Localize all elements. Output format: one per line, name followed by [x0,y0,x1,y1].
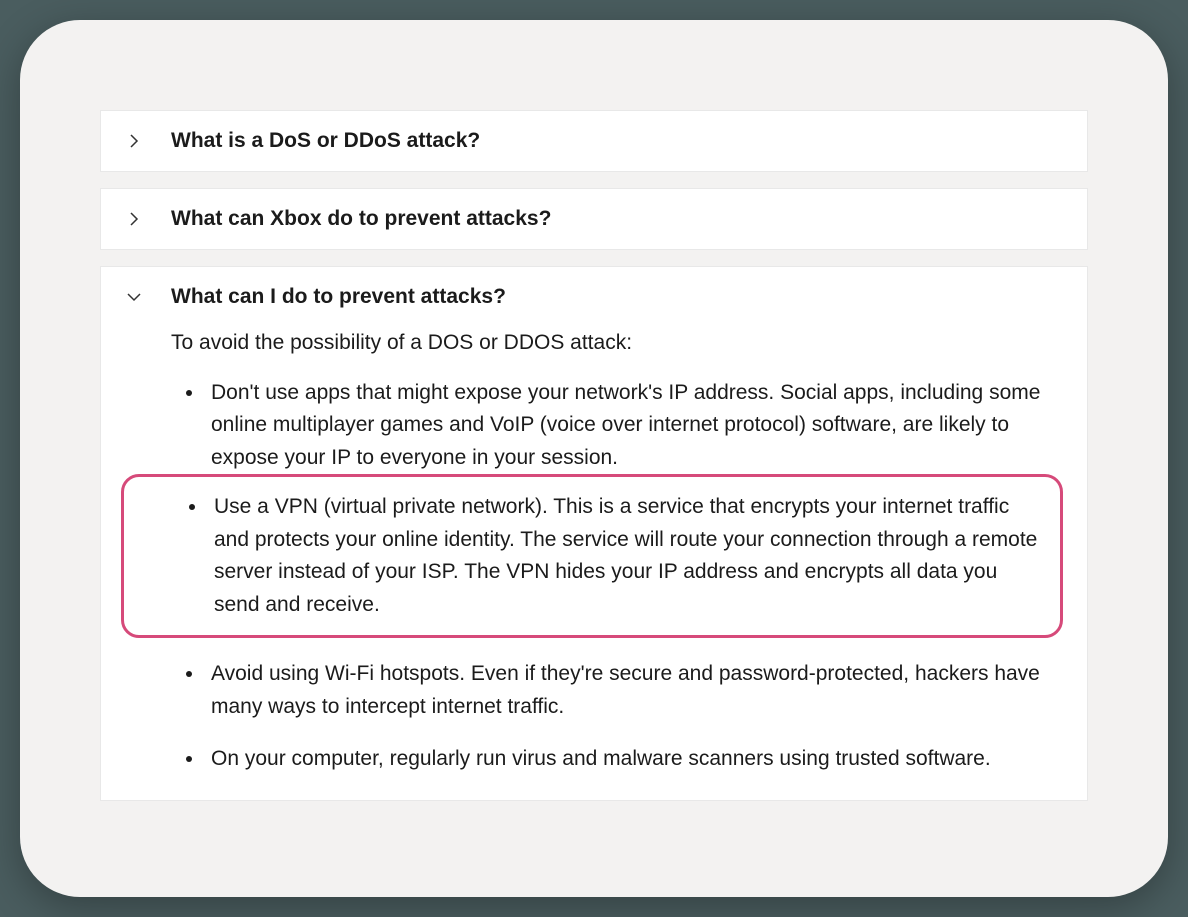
accordion-header[interactable]: What can I do to prevent attacks? [101,267,1087,327]
accordion-header[interactable]: What is a DoS or DDoS attack? [101,111,1087,171]
intro-text: To avoid the possibility of a DOS or DDO… [171,327,1063,359]
accordion-item-xbox-prevent: What can Xbox do to prevent attacks? [100,188,1088,250]
list-item: Don't use apps that might expose your ne… [205,377,1063,475]
accordion-body: To avoid the possibility of a DOS or DDO… [101,327,1087,800]
accordion-title: What is a DoS or DDoS attack? [171,129,480,153]
list-item: Avoid using Wi-Fi hotspots. Even if they… [205,658,1063,723]
highlight-annotation: Use a VPN (virtual private network). Thi… [121,474,1063,638]
chevron-right-icon [125,210,143,228]
accordion-title: What can I do to prevent attacks? [171,285,506,309]
accordion-item-dos-ddos: What is a DoS or DDoS attack? [100,110,1088,172]
list-item: On your computer, regularly run virus an… [205,743,1063,776]
chevron-down-icon [125,288,143,306]
bullet-list: Avoid using Wi-Fi hotspots. Even if they… [171,658,1063,776]
accordion-title: What can Xbox do to prevent attacks? [171,207,551,231]
faq-card: What is a DoS or DDoS attack? What can X… [20,20,1168,897]
accordion-header[interactable]: What can Xbox do to prevent attacks? [101,189,1087,249]
chevron-right-icon [125,132,143,150]
accordion-item-user-prevent: What can I do to prevent attacks? To avo… [100,266,1088,801]
bullet-list: Don't use apps that might expose your ne… [171,377,1063,475]
list-item-highlighted: Use a VPN (virtual private network). Thi… [208,491,1040,621]
